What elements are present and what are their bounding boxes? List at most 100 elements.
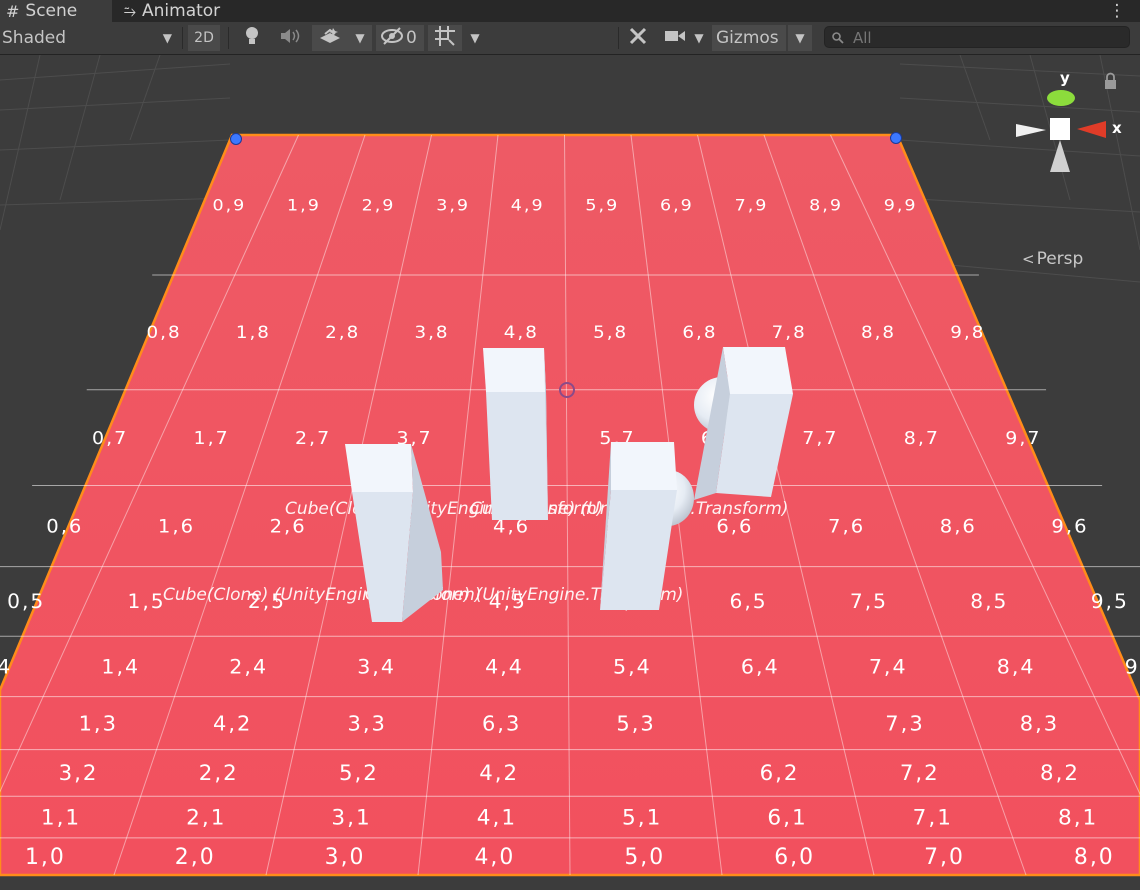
gizmo-center-cube[interactable] [1050,118,1070,140]
scene-canvas[interactable]: 0,9 1,9 2,9 3,9 4,9 5,9 6,9 7,9 8,9 9,9 0,8 1,8 2,8 3… [0,55,1140,890]
cell-label: 6,0 [774,845,815,870]
camera-icon [664,28,686,49]
cell-label: 8,0 [1074,845,1115,870]
cell-label: 6,5 [730,591,768,613]
cell-label: 3,9 [436,196,470,214]
cell-label: 7,0 [924,845,965,870]
cell-label: 0,9 [212,196,246,214]
axis-neg-x-cone[interactable] [1016,124,1046,137]
scene-visibility-toggle[interactable]: 0 [376,25,424,51]
cell-label: 6,2 [760,760,800,785]
grid-toggle[interactable] [428,25,462,51]
tab-scene[interactable]: # Scene [0,0,112,22]
chevron-left-icon: < [1022,250,1035,268]
cell-label: 4,8 [504,324,539,343]
chevron-down-icon: ▼ [694,31,704,45]
projection-toggle[interactable]: < Persp [1022,249,1083,269]
cell-label: 1,6 [158,516,195,537]
gizmos-dropdown[interactable]: ▼ [788,25,812,51]
tools-icon [628,26,648,51]
grid-dropdown[interactable]: ▼ [462,25,488,51]
cell-label: 1,7 [194,428,230,448]
scene-tab-icon: # [6,1,20,21]
hidden-count: 0 [406,28,417,48]
cell-label: 0,6 [46,516,83,537]
tab-label: Scene [25,1,78,21]
cell-label: 7,9 [735,196,769,214]
cell-label: 1,3 [79,712,118,736]
cell-label: 8,9 [809,196,843,214]
chevron-down-icon: ▼ [355,31,365,45]
eye-slash-icon [380,26,404,50]
chevron-down-icon: ▼ [162,31,172,45]
cell-label: 7,1 [913,806,953,831]
cell-label: 1,8 [236,324,271,343]
toggle-2d-label: 2D [194,30,214,46]
search-input[interactable] [851,28,1125,48]
cell-label: 8,2 [1040,760,1080,785]
cell-label: 5,9 [585,196,619,214]
cell-label: 5,0 [624,845,665,870]
scene-search-field[interactable] [824,26,1130,48]
search-icon [831,30,845,49]
chevron-down-icon: ▼ [470,31,480,45]
cell-label: 9,4 [1125,655,1140,679]
camera-dropdown[interactable]: ▼ [690,25,708,51]
cell-label: 3,4 [357,655,396,679]
cell-label: 3,2 [59,760,99,785]
cell-label: 8,4 [997,655,1036,679]
corner-handle[interactable] [890,132,902,144]
axis-y-cone[interactable] [1047,90,1075,106]
lighting-toggle[interactable] [238,25,266,51]
tab-animator[interactable]: ⥲ Animator [124,0,244,22]
cell-label: 7,8 [772,324,807,343]
cell-label: 2,8 [325,324,360,343]
lock-icon[interactable] [1105,72,1116,89]
cell-label: 1,1 [41,806,81,831]
cell-label: 7,3 [885,712,924,736]
cell-label: 8,1 [1058,806,1098,831]
camera-settings-button[interactable] [660,25,690,51]
cell-label: 8,3 [1020,712,1059,736]
cell-label: 9,9 [884,196,918,214]
effects-layers-icon [318,26,342,51]
cell-label: 3,1 [331,806,371,831]
projection-label: Persp [1036,249,1084,269]
draw-mode-dropdown[interactable]: Shaded ▼ [2,25,178,51]
cell-label: 9,6 [1051,516,1088,537]
cell-label: 7,7 [802,428,838,448]
cell-label: 2,7 [295,428,331,448]
cell-label: 9,7 [1005,428,1041,448]
cell-label: 4,2 [479,760,519,785]
cube-pillar[interactable] [483,348,548,520]
effects-toggle[interactable] [312,25,348,51]
toggle-2d-button[interactable]: 2D [188,25,220,51]
cell-label: 0,8 [147,324,182,343]
cell-label: 2,6 [270,516,307,537]
tab-bar: # Scene ⥲ Animator ⋮ [0,0,1140,22]
more-menu-icon[interactable]: ⋮ [1109,0,1126,22]
audio-toggle[interactable] [276,25,304,51]
speaker-icon [279,27,301,50]
cell-label: 0,7 [92,428,128,448]
effects-dropdown[interactable]: ▼ [348,25,372,51]
cell-label: 7,6 [828,516,865,537]
cell-label: 4,2 [213,712,252,736]
cell-label: 4,4 [485,655,524,679]
cell-label: 5,3 [616,712,655,736]
axis-x-cone[interactable] [1077,121,1106,138]
animator-tab-icon: ⥲ [124,2,137,20]
cell-label: 2,0 [175,845,216,870]
cell-label: 0,4 [0,655,12,679]
cell-label: 2,2 [199,760,239,785]
corner-handle[interactable] [230,133,242,145]
tools-button[interactable] [624,25,652,51]
scene-viewport[interactable]: 0,9 1,9 2,9 3,9 4,9 5,9 6,9 7,9 8,9 9,9 0,8 1,8 2,8 3… [0,55,1140,890]
gizmos-button[interactable]: Gizmos [712,25,786,51]
lightbulb-icon [244,26,260,51]
axis-neg-y-cone[interactable] [1050,140,1070,172]
cell-label: 2,9 [362,196,396,214]
cell-label: 8,5 [970,591,1008,613]
cell-label: 1,5 [128,591,166,613]
cell-label: 9,5 [1091,591,1129,613]
